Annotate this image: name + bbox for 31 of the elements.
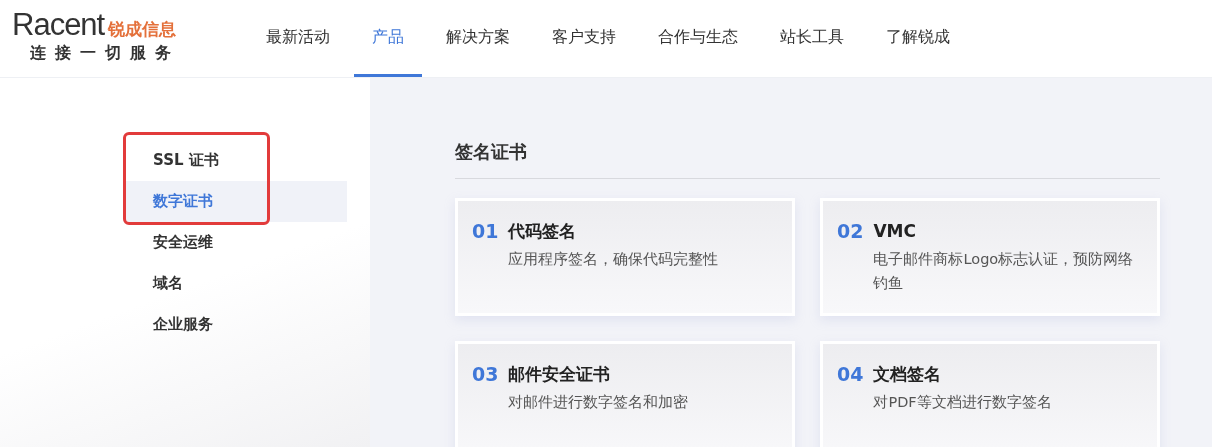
card-title: 文档签名 xyxy=(873,363,943,386)
card-number: 04 xyxy=(837,362,864,387)
sidebar-item[interactable]: SSL 证书 xyxy=(123,140,347,181)
sidebar-item[interactable]: 安全运维 xyxy=(123,222,347,263)
card-title: 代码签名 xyxy=(508,220,578,243)
product-card[interactable]: 02 VMC 电子邮件商标Logo标志认证，预防网络钓鱼 xyxy=(820,198,1160,316)
card-number: 02 xyxy=(837,219,864,244)
card-description: 对PDF等文档进行数字签名 xyxy=(873,393,1052,412)
logo-name: 锐成信息 xyxy=(108,18,177,41)
product-card[interactable]: 01 代码签名 应用程序签名，确保代码完整性 xyxy=(455,198,795,316)
nav-item[interactable]: 了解锐成 xyxy=(868,0,968,77)
nav-item[interactable]: 合作与生态 xyxy=(640,0,756,77)
card-title: 邮件安全证书 xyxy=(508,363,612,386)
card-number: 03 xyxy=(472,362,499,387)
logo-wordmark: Racent xyxy=(12,8,105,42)
card-description: 应用程序签名，确保代码完整性 xyxy=(508,250,719,269)
product-card[interactable]: 03 邮件安全证书 对邮件进行数字签名和加密 xyxy=(455,341,795,447)
card-title: VMC xyxy=(873,220,917,243)
nav-item[interactable]: 站长工具 xyxy=(762,0,862,77)
product-card[interactable]: 04 文档签名 对PDF等文档进行数字签名 xyxy=(820,341,1160,447)
card-number: 01 xyxy=(472,219,499,244)
nav-item[interactable]: 最新活动 xyxy=(248,0,348,77)
nav-item[interactable]: 客户支持 xyxy=(534,0,634,77)
logo-slogan: 连接一切服务 xyxy=(30,42,181,64)
card-description: 对邮件进行数字签名和加密 xyxy=(508,393,689,412)
sidebar-item[interactable]: 数字证书 xyxy=(123,181,347,222)
card-description: 电子邮件商标Logo标志认证，预防网络钓鱼 xyxy=(873,250,1135,293)
sidebar-item[interactable]: 企业服务 xyxy=(123,304,347,345)
section-title: 签名证书 xyxy=(455,140,1160,179)
sidebar-item[interactable]: 域名 xyxy=(123,263,347,304)
nav-item[interactable]: 解决方案 xyxy=(428,0,528,77)
